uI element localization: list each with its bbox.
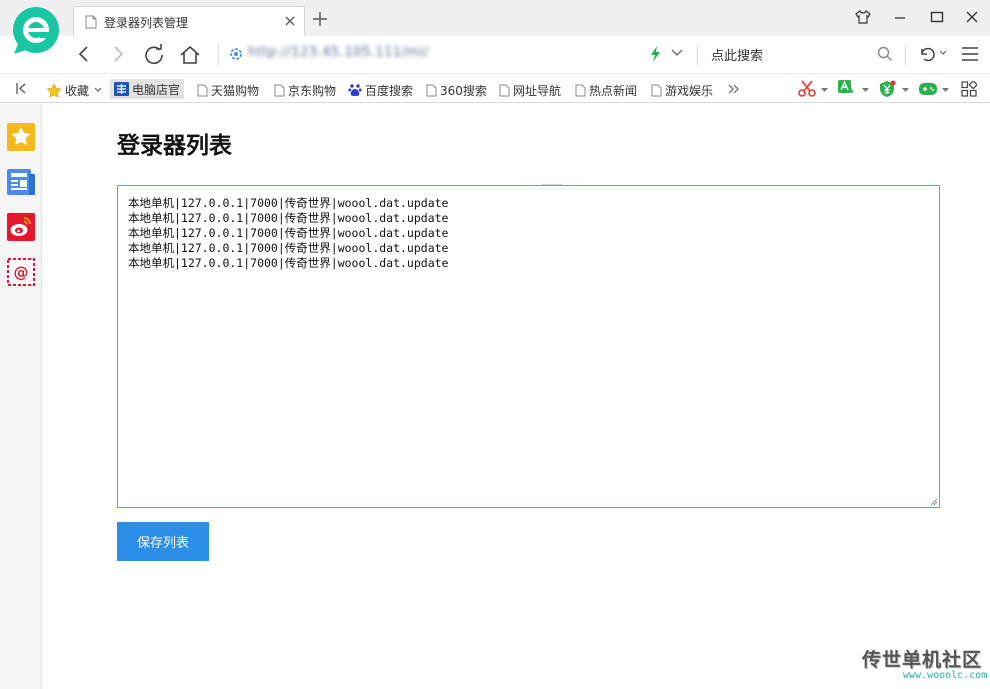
maximize-icon[interactable]	[929, 9, 945, 25]
close-window-icon[interactable]	[964, 9, 980, 25]
page-icon	[85, 15, 97, 29]
skin-shirt-icon[interactable]	[855, 9, 871, 25]
bookmark-baidu[interactable]: 百度搜索	[348, 81, 413, 99]
watermark-title: 传世单机社区	[862, 649, 983, 671]
chevron-down-icon[interactable]	[862, 88, 869, 93]
bookmark-360search[interactable]: 360搜索	[426, 81, 487, 99]
gamepad-icon[interactable]	[918, 81, 938, 97]
bookmark-label: 热点新闻	[589, 83, 638, 98]
apps-grid-icon[interactable]	[961, 81, 977, 97]
collapse-sidebar-icon[interactable]	[16, 82, 28, 95]
address-separator	[218, 44, 219, 66]
translate-icon[interactable]	[838, 80, 856, 98]
undo-close-icon[interactable]	[918, 45, 936, 63]
chevron-down-icon[interactable]	[821, 88, 828, 93]
bookmark-nav[interactable]: 网址导航	[499, 81, 561, 99]
chevron-down-icon[interactable]	[939, 50, 947, 56]
page-content: 登录器列表 保存列表	[42, 104, 990, 689]
chevron-down-icon[interactable]	[671, 48, 683, 58]
browser-logo-icon	[13, 7, 59, 54]
new-tab-icon[interactable]	[312, 11, 328, 27]
page-icon	[575, 84, 586, 96]
minimize-icon[interactable]	[892, 9, 908, 25]
side-panel: @	[0, 104, 42, 689]
page-icon	[651, 84, 662, 96]
watermark: 传世单机社区 www.wooolc.com	[862, 645, 987, 681]
bookmark-label: 百度搜索	[365, 83, 414, 98]
page-icon	[426, 84, 437, 96]
bookmark-favorites[interactable]: 收藏	[46, 81, 105, 99]
chevron-down-icon[interactable]	[942, 88, 949, 93]
search-input[interactable]: 点此搜索	[711, 45, 763, 64]
back-icon[interactable]	[74, 44, 94, 64]
bookmark-label: 电脑店官	[132, 82, 181, 97]
site-secure-icon[interactable]	[229, 47, 243, 61]
bookmark-jd[interactable]: 京东购物	[274, 81, 336, 99]
favorites-star-icon[interactable]	[7, 123, 35, 151]
bookmark-pc-store[interactable]: 电脑店官	[110, 79, 185, 99]
money-shield-icon[interactable]	[878, 80, 896, 98]
mail-icon[interactable]: @	[7, 258, 35, 286]
refresh-icon[interactable]	[143, 44, 165, 66]
svg-text:@: @	[14, 264, 29, 282]
page-icon	[274, 84, 285, 96]
resize-grip-icon[interactable]	[930, 498, 938, 506]
search-icon[interactable]	[877, 46, 893, 62]
chevron-down-icon[interactable]	[902, 88, 909, 93]
bookmark-label: 天猫购物	[211, 83, 260, 98]
bookmark-tmall[interactable]: 天猫购物	[197, 81, 259, 99]
speed-mode-icon[interactable]	[649, 46, 663, 62]
home-icon[interactable]	[179, 44, 201, 66]
menu-icon[interactable]	[961, 46, 979, 62]
launcher-list-textarea[interactable]	[117, 185, 940, 508]
toolbar-separator	[905, 44, 906, 66]
watermark-url: www.wooolc.com	[903, 670, 988, 681]
forward-icon[interactable]	[108, 44, 128, 64]
bookmarks-bar: 收藏 电脑店官 天猫购物 京东购物 百度搜索 360搜索 网址导航 热点新闻 游…	[0, 73, 990, 103]
more-bookmarks-icon[interactable]	[728, 84, 740, 94]
close-tab-icon[interactable]	[284, 15, 296, 27]
bookmark-news[interactable]: 热点新闻	[575, 81, 637, 99]
weibo-icon[interactable]	[7, 213, 35, 241]
search-separator	[697, 44, 698, 66]
star-icon	[46, 82, 62, 98]
page-icon	[197, 84, 208, 96]
tab-title: 登录器列表管理	[104, 16, 189, 30]
page-icon	[499, 84, 510, 96]
screenshot-scissors-icon[interactable]	[798, 80, 816, 98]
bookmark-label: 收藏	[65, 83, 90, 98]
baidu-paw-icon	[348, 84, 362, 97]
address-toolbar: http://123.45.105.111/mi/ 点此搜索	[0, 36, 990, 73]
bookmark-games[interactable]: 游戏娱乐	[651, 81, 713, 99]
bookmark-label: 京东购物	[288, 83, 337, 98]
address-url[interactable]: http://123.45.105.111/mi/	[248, 45, 429, 60]
bookmark-label: 游戏娱乐	[665, 83, 714, 98]
browser-tab[interactable]: 登录器列表管理	[73, 6, 305, 36]
save-list-button[interactable]: 保存列表	[117, 522, 209, 561]
page-title: 登录器列表	[117, 133, 232, 159]
bookmark-label: 网址导航	[513, 83, 562, 98]
title-bar: 登录器列表管理	[0, 0, 990, 36]
chevron-down-icon	[94, 87, 102, 92]
pc-store-icon	[114, 82, 129, 96]
bookmark-label: 360搜索	[440, 83, 487, 98]
reader-icon[interactable]	[7, 168, 35, 196]
